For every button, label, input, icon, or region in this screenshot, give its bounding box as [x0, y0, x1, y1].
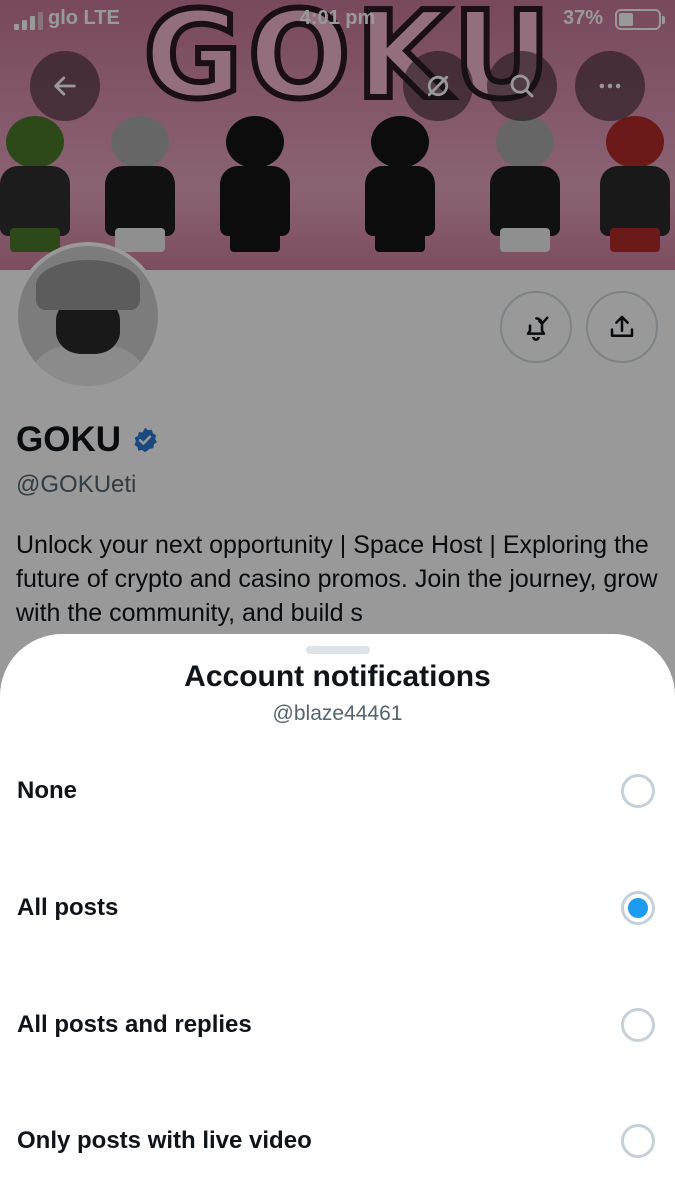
radio-button[interactable] [621, 1124, 655, 1158]
option-live-video[interactable]: Only posts with live video [0, 1101, 675, 1181]
radio-button-selected[interactable] [621, 891, 655, 925]
option-label: Only posts with live video [17, 1127, 312, 1154]
option-none[interactable]: None [0, 751, 675, 831]
option-label: All posts and replies [17, 1011, 252, 1038]
option-all-posts-and-replies[interactable]: All posts and replies [0, 985, 675, 1065]
option-label: All posts [17, 894, 119, 921]
option-all-posts[interactable]: All posts [0, 868, 675, 948]
option-label: None [17, 777, 77, 804]
radio-button[interactable] [621, 1008, 655, 1042]
sheet-subtitle: @blaze44461 [272, 702, 403, 725]
sheet-grabber[interactable] [306, 646, 370, 654]
sheet-title: Account notifications [184, 660, 491, 693]
notifications-sheet: Account notifications @blaze44461 None A… [0, 634, 675, 1200]
radio-button[interactable] [621, 774, 655, 808]
